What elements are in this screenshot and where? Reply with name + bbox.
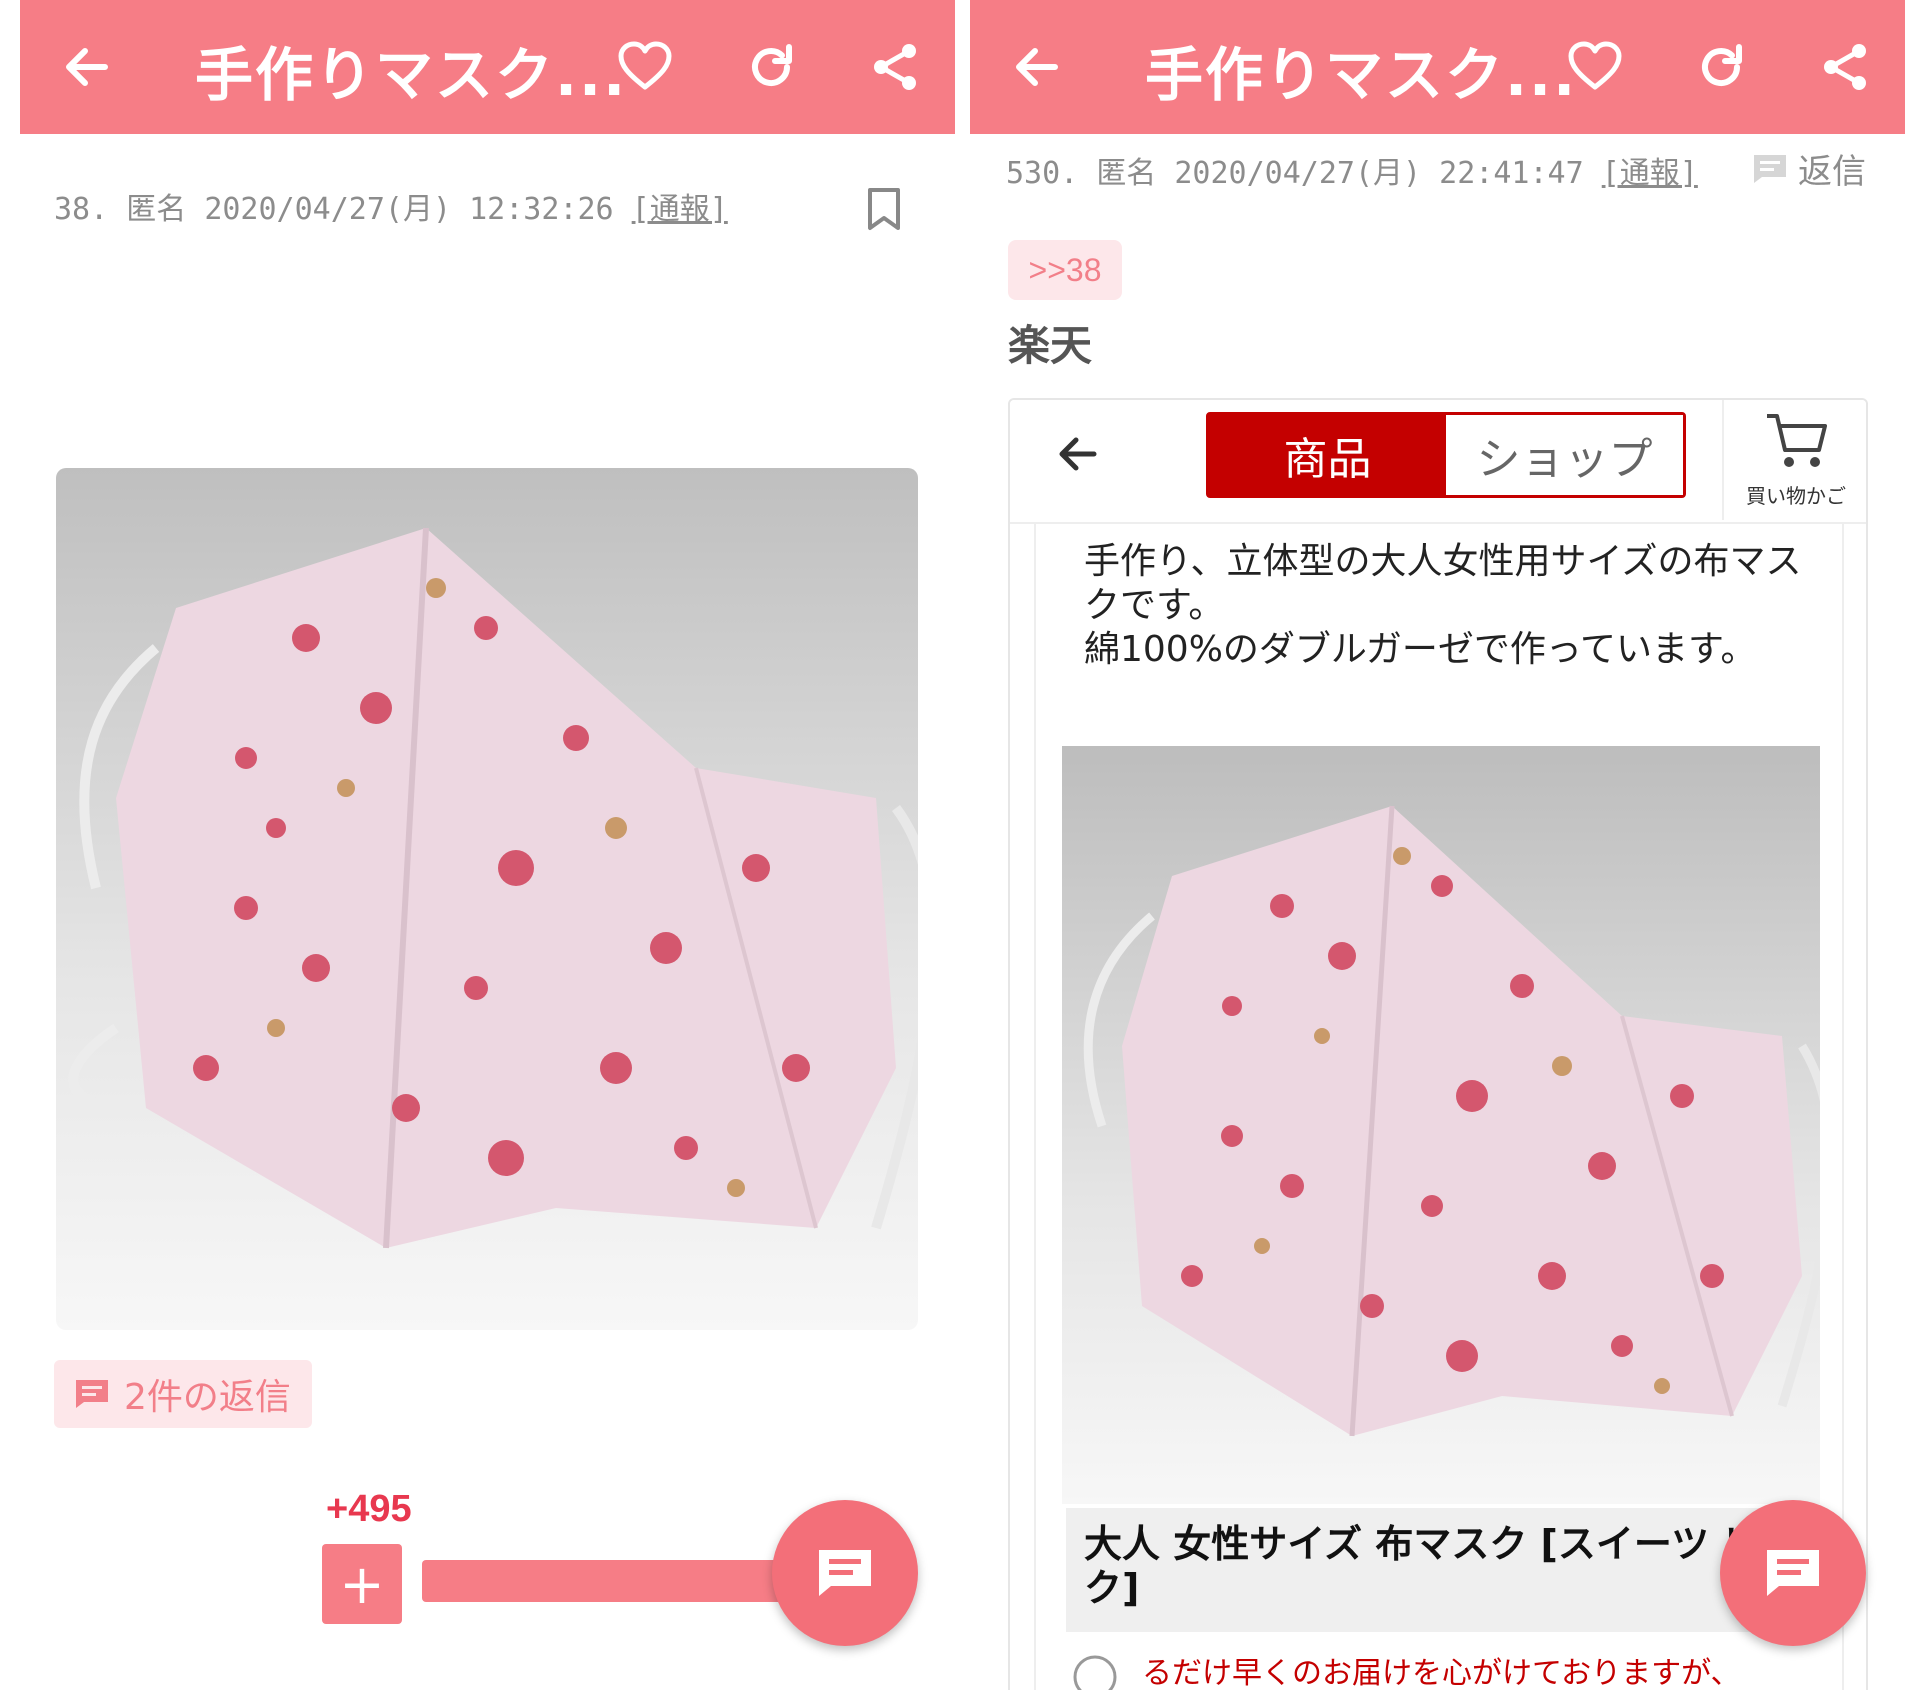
comment-icon — [819, 1550, 871, 1596]
mask-photo[interactable] — [56, 468, 918, 1330]
post-meta: 530. 匿名 2020/04/27(月) 22:41:47 [通報] — [1006, 148, 1698, 192]
post-timestamp: 2020/04/27(月) 12:32:26 — [204, 192, 614, 227]
right-screen: 手作りマスク... 530. 匿名 2020/04/27(月) 22:41:47… — [970, 0, 1905, 1690]
comment-icon — [76, 1380, 108, 1408]
app-header: 手作りマスク... — [970, 0, 1905, 134]
replies-button[interactable]: 2件の返信 — [54, 1360, 312, 1428]
comment-icon — [1754, 154, 1786, 183]
item-title[interactable]: 大人 女性サイズ 布マスク [スイーツ ピンク] — [1066, 1508, 1826, 1632]
share-icon[interactable] — [860, 32, 930, 102]
heart-icon[interactable] — [610, 32, 680, 102]
rakuten-embed: 商品 ショップ 買い物かご 手作り、立体型の大人女性用サイズの布マスクです。 綿… — [1008, 398, 1868, 1690]
item-description: 手作り、立体型の大人女性用サイズの布マスクです。 綿100%のダブルガーゼで作っ… — [1084, 540, 1804, 672]
cart-icon — [1767, 414, 1827, 467]
post-body: 楽天 — [1008, 321, 1093, 370]
reply-label: 返信 — [1798, 152, 1866, 192]
comment-fab[interactable] — [1720, 1500, 1866, 1646]
bookmark-icon[interactable] — [864, 186, 904, 236]
post-author: 匿名 — [1096, 156, 1157, 191]
embed-header: 商品 ショップ 買い物かご — [1010, 400, 1866, 524]
post-meta: 38. 匿名 2020/04/27(月) 12:32:26 [通報] — [54, 184, 728, 228]
embed-back-icon[interactable] — [1054, 430, 1102, 482]
vote-count: +495 — [326, 1488, 412, 1530]
tab-product[interactable]: 商品 — [1209, 415, 1446, 495]
app-header: 手作りマスク... — [20, 0, 955, 134]
post-timestamp: 2020/04/27(月) 22:41:47 — [1174, 156, 1584, 191]
replies-count-label: 2件の返信 — [124, 1377, 291, 1418]
anchor-link[interactable]: >>38 — [1008, 240, 1122, 300]
thread-title: 手作りマスク... — [1145, 41, 1578, 109]
thread-title: 手作りマスク... — [195, 41, 628, 109]
cart-label: 買い物かご — [1746, 484, 1846, 508]
refresh-icon[interactable] — [1686, 32, 1756, 102]
tab-shop[interactable]: ショップ — [1446, 415, 1683, 495]
vote-bar — [422, 1560, 782, 1602]
post-author: 匿名 — [126, 192, 187, 227]
heart-icon[interactable] — [1560, 32, 1630, 102]
refresh-icon[interactable] — [736, 32, 806, 102]
cart-button[interactable]: 買い物かご — [1722, 400, 1866, 520]
share-icon[interactable] — [1810, 32, 1880, 102]
post-number: 38. — [54, 192, 109, 227]
back-arrow-icon[interactable] — [52, 32, 122, 102]
post-number: 530. — [1006, 156, 1079, 191]
plus-vote-button[interactable]: + — [322, 1544, 402, 1624]
info-icon — [1072, 1654, 1118, 1690]
reply-button[interactable]: 返信 — [1752, 144, 1866, 193]
left-screen: 手作りマスク... 38. 匿名 2020/04/27(月) 12:32:26 … — [20, 0, 955, 1690]
item-photo[interactable] — [1062, 746, 1820, 1504]
back-arrow-icon[interactable] — [1002, 32, 1072, 102]
description-line-2: 綿100%のダブルガーゼで作っています。 — [1084, 629, 1757, 670]
report-link[interactable]: [通報] — [632, 192, 728, 227]
comment-fab[interactable] — [772, 1500, 918, 1646]
shipping-notice: るだけ早くのお届けを心がけておりますが、 — [1142, 1656, 1741, 1690]
report-link[interactable]: [通報] — [1602, 156, 1698, 191]
description-line-1: 手作り、立体型の大人女性用サイズの布マスクです。 — [1084, 541, 1802, 626]
comment-icon — [1767, 1550, 1819, 1596]
embed-tab-switch: 商品 ショップ — [1206, 412, 1686, 498]
